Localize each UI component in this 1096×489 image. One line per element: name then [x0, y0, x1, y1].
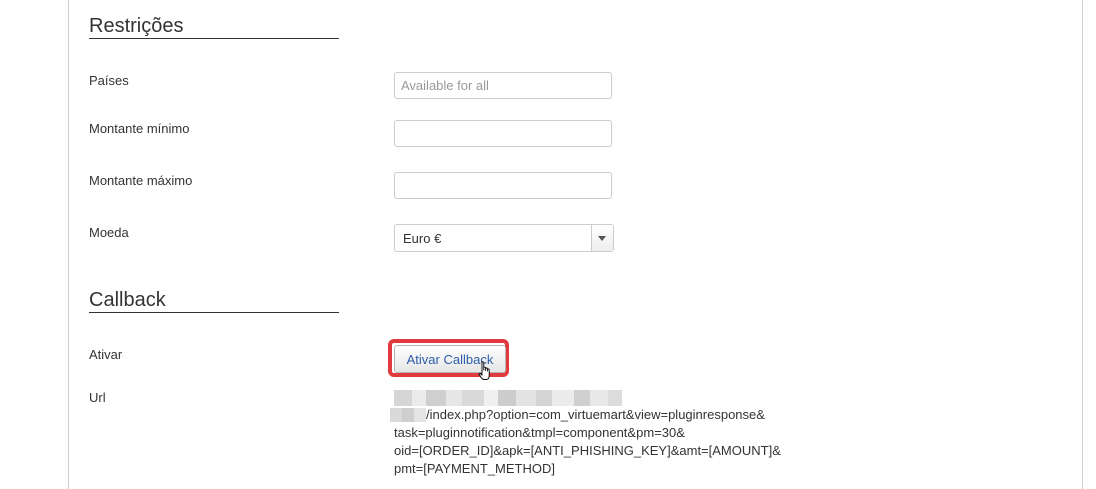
- redacted-url-host: [394, 390, 622, 406]
- countries-label: Países: [89, 73, 129, 88]
- activate-label: Ativar: [89, 347, 123, 362]
- chevron-down-icon: [598, 236, 606, 241]
- max-amount-input[interactable]: [394, 172, 612, 199]
- currency-select[interactable]: Euro €: [394, 224, 614, 252]
- min-amount-label: Montante mínimo: [89, 121, 190, 136]
- currency-label: Moeda: [89, 225, 129, 240]
- currency-dropdown-toggle[interactable]: [591, 225, 613, 251]
- callback-section-title: Callback: [89, 288, 339, 313]
- currency-selected-value: Euro €: [403, 231, 442, 246]
- countries-input[interactable]: [394, 72, 612, 99]
- restrictions-section-title: Restrições: [89, 14, 339, 39]
- min-amount-input[interactable]: [394, 120, 612, 147]
- url-label: Url: [89, 390, 106, 405]
- hand-cursor-icon: [478, 361, 490, 380]
- max-amount-label: Montante máximo: [89, 173, 193, 188]
- callback-url-text: /index.php?option=com_virtuemart&view=pl…: [394, 407, 781, 476]
